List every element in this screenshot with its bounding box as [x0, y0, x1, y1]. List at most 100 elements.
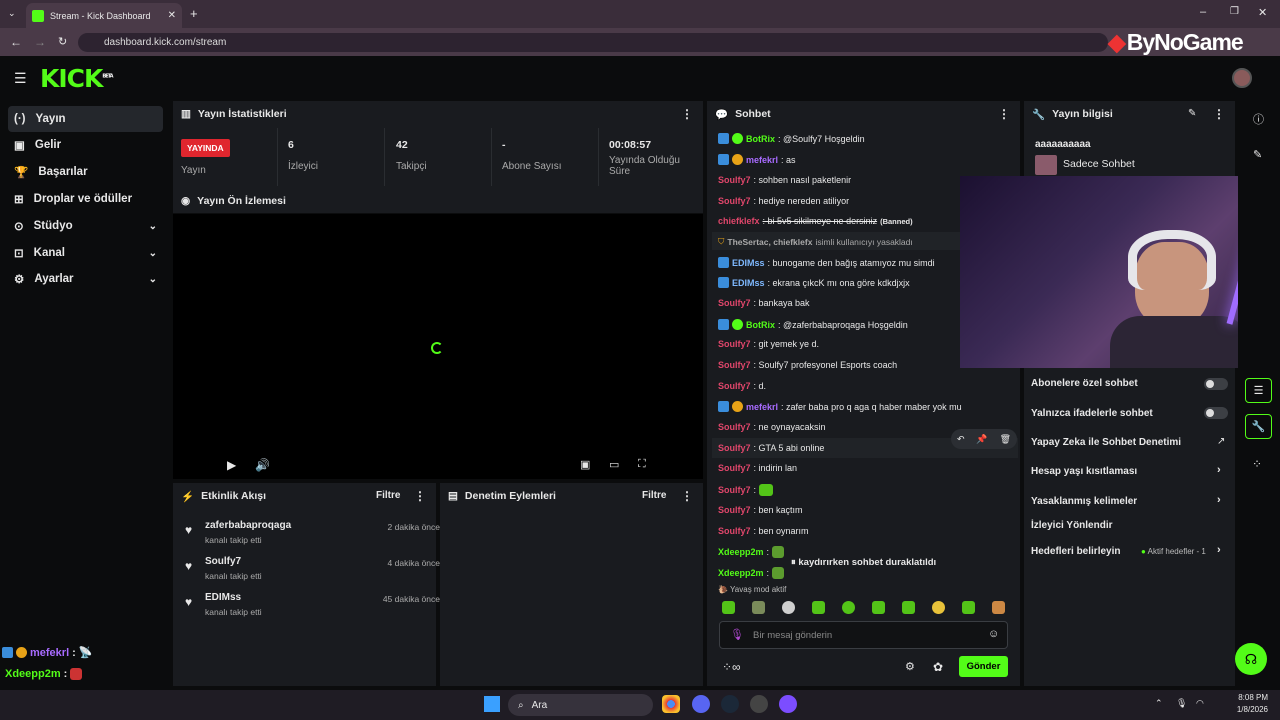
chat-username[interactable]: Soulfy7 [718, 175, 751, 185]
chat-username[interactable]: mefekrl [746, 155, 778, 165]
chat-username[interactable]: Soulfy7 [718, 505, 751, 515]
chat-username[interactable]: EDIMss [732, 278, 765, 288]
emote-icon[interactable] [902, 601, 915, 614]
emote-icon[interactable] [932, 601, 945, 614]
sidebar-item-studyo[interactable]: ⊙ Stüdyo ⌄ [8, 213, 163, 239]
emoji-icon[interactable]: ☺ [988, 628, 999, 640]
close-window-icon[interactable]: ✕ [1258, 6, 1267, 19]
chat-message[interactable]: Soulfy7: [718, 484, 774, 496]
reload-icon[interactable]: ↻ [58, 35, 67, 48]
sidebar-item-gelir[interactable]: ▣ Gelir [8, 132, 163, 158]
taskbar-clock[interactable]: 8:08 PM 1/8/2026 [1218, 692, 1268, 716]
goals-row[interactable]: Hedefleri belirleyin [1031, 546, 1120, 557]
chat-message[interactable]: Soulfy7: ben oynarım [718, 526, 809, 536]
microphone-icon[interactable]: 🎙 [730, 628, 744, 641]
filter-button[interactable]: Filtre [376, 490, 400, 501]
connections-icon[interactable]: ⁘∞ [722, 660, 741, 674]
chat-username[interactable]: Soulfy7 [718, 463, 751, 473]
chat-username[interactable]: Xdeepp2m [718, 568, 764, 578]
pip-icon[interactable]: ▣ [580, 458, 590, 471]
filter-button[interactable]: Filtre [642, 490, 666, 501]
chat-username[interactable]: Soulfy7 [718, 381, 751, 391]
pin-icon[interactable]: 📌 [976, 434, 987, 445]
stream-preview-player[interactable]: ▶ 🔊 ▣ ▭ ⛶ [173, 214, 703, 479]
steam-icon[interactable] [721, 695, 739, 713]
external-link-icon[interactable]: ↗ [1217, 436, 1225, 447]
avatar[interactable] [1232, 68, 1252, 88]
emote-icon[interactable] [962, 601, 975, 614]
chat-username[interactable]: BotRix [746, 320, 775, 330]
info-icon[interactable]: ⓘ [1253, 111, 1264, 127]
chat-message[interactable]: Soulfy7: d. [718, 381, 766, 391]
emote-icon[interactable] [812, 601, 825, 614]
volume-icon[interactable]: 🔊 [255, 458, 270, 472]
tray-chevron-icon[interactable]: ⌃ [1155, 698, 1163, 709]
chat-message[interactable]: Soulfy7: indirin lan [718, 463, 797, 473]
undo-icon[interactable]: ↶ [957, 434, 965, 445]
chat-paused-banner[interactable]: ⏸ kaydırırken sohbet duraklatıldı [787, 555, 941, 570]
more-options-icon[interactable]: ⋮ [414, 489, 426, 503]
emote-only-toggle[interactable] [1204, 407, 1228, 419]
chat-username[interactable]: mefekrl [746, 402, 778, 412]
tab-close-icon[interactable]: ✕ [168, 10, 176, 21]
chat-message[interactable]: EDIMss: ekrana çıkcK mı ona göre kdkdjxj… [718, 277, 910, 288]
trash-icon[interactable]: 🗑 [1000, 434, 1011, 445]
more-options-icon[interactable]: ⋮ [998, 107, 1010, 121]
sidebar-item-basarilar[interactable]: 🏆 Başarılar [8, 159, 163, 185]
chat-message[interactable]: EDIMss: bunogame den bağış atamıyoz mu s… [718, 257, 935, 268]
emote-icon[interactable] [992, 601, 1005, 614]
ai-moderation-row[interactable]: Yapay Zeka ile Sohbet Denetimi [1031, 437, 1181, 448]
chat-username[interactable]: Soulfy7 [718, 422, 751, 432]
windows-start-icon[interactable] [484, 696, 500, 712]
theater-mode-icon[interactable]: ▭ [609, 458, 619, 471]
forward-icon[interactable]: → [34, 35, 46, 49]
chat-message[interactable]: Soulfy7: bankaya bak [718, 298, 810, 308]
stream-category[interactable]: Sadece Sohbet [1063, 158, 1135, 170]
wifi-icon[interactable]: ◠ [1196, 698, 1204, 709]
app-icon[interactable] [750, 695, 768, 713]
chat-message[interactable]: Soulfy7: hediye nereden atiliyor [718, 196, 849, 206]
url-field[interactable]: dashboard.kick.com/stream [78, 33, 1108, 52]
chat-message[interactable]: Xdeepp2m: [718, 546, 785, 558]
chat-input[interactable]: 🎙 Bir mesaj gönderin ☺ [719, 621, 1008, 649]
gear-icon[interactable]: ⚙ [905, 660, 915, 673]
chat-message[interactable]: BotRix: @zaferbabaproqaga Hoşgeldin [718, 319, 908, 330]
chat-message[interactable]: mefekrl: as [718, 154, 796, 165]
sidebar-item-droplar[interactable]: ⊞ Droplar ve ödüller [8, 186, 163, 212]
account-age-row[interactable]: Hesap yaşı kısıtlaması [1031, 466, 1137, 477]
emote-icon[interactable] [872, 601, 885, 614]
more-options-icon[interactable]: ⋮ [1213, 107, 1225, 121]
taskbar-search[interactable]: ⌕ Ara [508, 694, 653, 716]
menu-icon[interactable]: ☰ [14, 70, 27, 87]
chat-username[interactable]: Soulfy7 [718, 485, 751, 495]
chat-settings-icon[interactable]: ☰ [1245, 378, 1272, 403]
maximize-icon[interactable]: ❐ [1230, 6, 1239, 17]
puzzle-icon[interactable]: ✿ [933, 660, 943, 674]
sidebar-item-kanal[interactable]: ⊡ Kanal ⌄ [8, 240, 163, 266]
emote-icon[interactable] [842, 601, 855, 614]
chat-message[interactable]: Soulfy7: ben kaçtım [718, 505, 803, 515]
fullscreen-icon[interactable]: ⛶ [638, 458, 646, 471]
chrome-icon[interactable] [662, 695, 680, 713]
browser-tab[interactable]: Stream - Kick Dashboard ✕ [26, 3, 182, 28]
support-headset-icon[interactable]: ☊ [1235, 643, 1267, 675]
connections-icon[interactable]: ⁘ [1252, 457, 1262, 471]
chat-username[interactable]: chiefklefx [718, 216, 760, 226]
chat-username[interactable]: Soulfy7 [718, 526, 751, 536]
edit-icon[interactable]: ✎ [1188, 108, 1196, 119]
more-options-icon[interactable]: ⋮ [681, 107, 693, 121]
wrench-icon[interactable]: 🔧 [1245, 414, 1272, 439]
chat-message[interactable]: chiefklefx: bi 5v5 sikilmeye ne dersiniz… [718, 216, 913, 226]
send-button[interactable]: Gönder [959, 656, 1008, 677]
chat-message[interactable]: Soulfy7: ne oynayacaksin [718, 422, 826, 432]
sidebar-item-yayin[interactable]: (·) Yayın [8, 106, 163, 132]
chat-username[interactable]: Soulfy7 [718, 360, 751, 370]
chat-message[interactable]: Xdeepp2m: [718, 567, 785, 579]
chat-username[interactable]: Soulfy7 [718, 339, 751, 349]
chat-message[interactable]: BotRix: @Soulfy7 Hoşgeldin [718, 133, 865, 144]
subscriber-only-toggle[interactable] [1204, 378, 1228, 390]
chat-message[interactable]: Soulfy7: git yemek ye d. [718, 339, 819, 349]
discord-icon[interactable] [692, 695, 710, 713]
chat-message[interactable]: mefekrl: zafer baba pro q aga q haber ma… [718, 401, 962, 412]
obs-icon[interactable] [779, 695, 797, 713]
